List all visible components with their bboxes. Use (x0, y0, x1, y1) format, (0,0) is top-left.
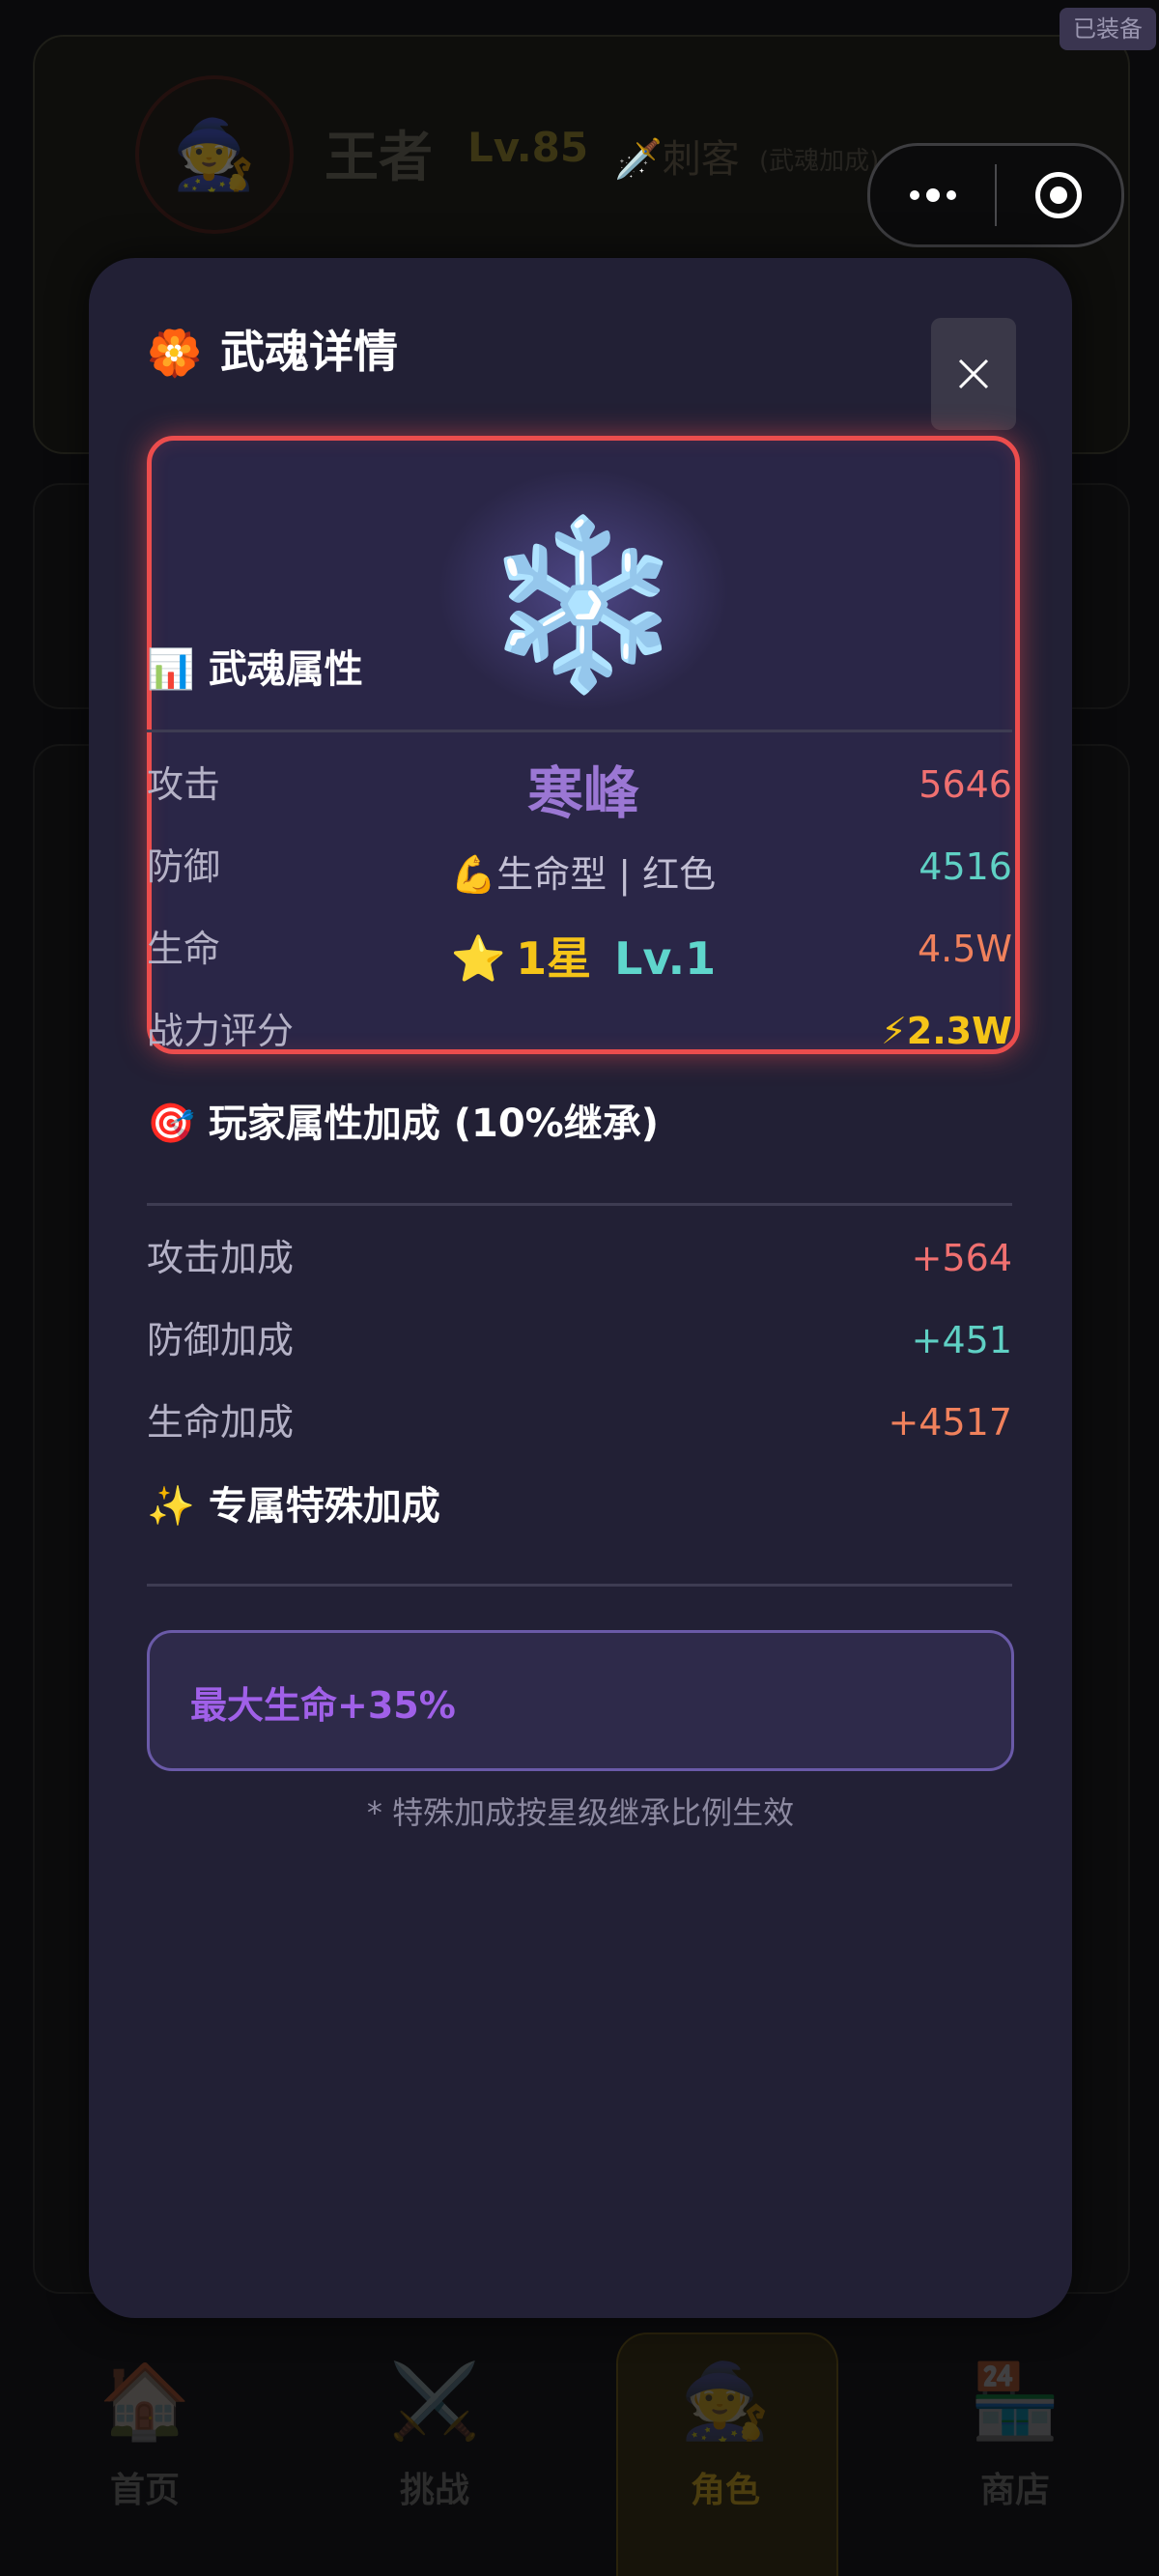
soul-stars: 1星 (516, 932, 592, 985)
soul-hero-card: ❄️ 寒峰 💪生命型 | 红色 ⭐ 1星 Lv.1 (147, 436, 1020, 1054)
player-avatar[interactable]: 🧙 (135, 75, 294, 234)
special-title: 专属特殊加成 (208, 1484, 440, 1529)
player-name: 王者 (325, 127, 433, 189)
flower-icon: 🏵️ (147, 327, 203, 379)
nav-label: 首页 (109, 2471, 180, 2510)
stat-value-attack: 5646 (919, 763, 1012, 806)
capsule-close-button[interactable] (997, 146, 1121, 244)
bonus-title: 玩家属性加成 (10%继承) (208, 1102, 660, 1146)
stat-label-attack-bonus: 攻击加成 (147, 1237, 295, 1279)
soul-rank: ⭐ 1星 Lv.1 (152, 924, 1015, 987)
nav-label: 角色 (690, 2471, 760, 2510)
special-footnote: * 特殊加成按星级继承比例生效 (366, 1794, 795, 1831)
stat-label-hp: 生命 (147, 928, 221, 970)
attributes-heading: 📊 武魂属性 (147, 643, 363, 697)
nav-item-challenge[interactable]: ⚔️ 挑战 (338, 2358, 531, 2512)
bonus-heading: 🎯 玩家属性加成 (10%继承) (147, 1097, 659, 1151)
divider (147, 1203, 1012, 1206)
special-bonus-box: 最大生命+35% (147, 1630, 1014, 1771)
target-bonus-icon: 🎯 (147, 1102, 195, 1146)
crossed-swords-icon: ⚔️ (388, 2358, 481, 2444)
stat-value-defense-bonus: +451 (911, 1319, 1012, 1361)
close-button[interactable] (931, 318, 1016, 430)
star-icon: ⭐ (450, 932, 507, 985)
soul-type: 💪生命型 | 红色 (450, 853, 717, 896)
nav-label: 商店 (979, 2471, 1050, 2510)
character-icon: 🧙 (679, 2358, 772, 2444)
modal-title: 武魂详情 (220, 326, 398, 378)
player-level: Lv.85 (467, 124, 589, 171)
close-icon (958, 358, 989, 389)
miniprogram-capsule (867, 143, 1124, 247)
home-icon: 🏠 (99, 2358, 191, 2444)
more-dots-icon (909, 188, 956, 202)
player-class-sub: (武魂加成) (759, 147, 880, 176)
stat-value-hp: 4.5W (917, 928, 1012, 970)
stat-label-power: 战力评分 (147, 1010, 295, 1052)
stat-label-defense: 防御 (147, 845, 221, 888)
divider (147, 1584, 1012, 1587)
divider (147, 730, 1012, 732)
nav-item-home[interactable]: 🏠 首页 (48, 2358, 241, 2512)
capsule-more-button[interactable] (870, 146, 995, 244)
nav-item-store[interactable]: 🏪 商店 (919, 2358, 1112, 2512)
player-class: 🗡️刺客 (614, 137, 740, 182)
stat-value-defense: 4516 (919, 845, 1012, 888)
stat-label-hp-bonus: 生命加成 (147, 1401, 295, 1444)
stat-label-defense-bonus: 防御加成 (147, 1319, 295, 1361)
soul-name: 寒峰 (526, 760, 639, 826)
player-class-label: 刺客 (662, 137, 740, 182)
target-icon (1035, 172, 1083, 218)
sparkles-icon: ✨ (147, 1484, 195, 1529)
equipped-badge: 已装备 (1060, 8, 1156, 50)
nav-item-character[interactable]: 🧙 角色 (629, 2358, 822, 2512)
soul-level: Lv.1 (614, 932, 717, 985)
nav-label: 挑战 (399, 2471, 469, 2510)
special-heading: ✨ 专属特殊加成 (147, 1479, 440, 1533)
soul-detail-modal: 🏵️ 武魂详情 ❄️ 寒峰 💪生命型 | 红色 ⭐ 1星 Lv.1 📊 武魂属性 攻击… (89, 258, 1072, 2318)
stat-value-attack-bonus: +564 (911, 1237, 1012, 1279)
stat-value-hp-bonus: +4517 (888, 1401, 1012, 1444)
store-icon: 🏪 (969, 2358, 1061, 2444)
stat-value-power: ⚡2.3W (881, 1010, 1012, 1052)
attributes-title: 武魂属性 (208, 647, 363, 692)
special-bonus-effect: 最大生命+35% (190, 1684, 456, 1727)
chart-icon: 📊 (147, 647, 195, 692)
stat-label-attack: 攻击 (147, 763, 221, 806)
